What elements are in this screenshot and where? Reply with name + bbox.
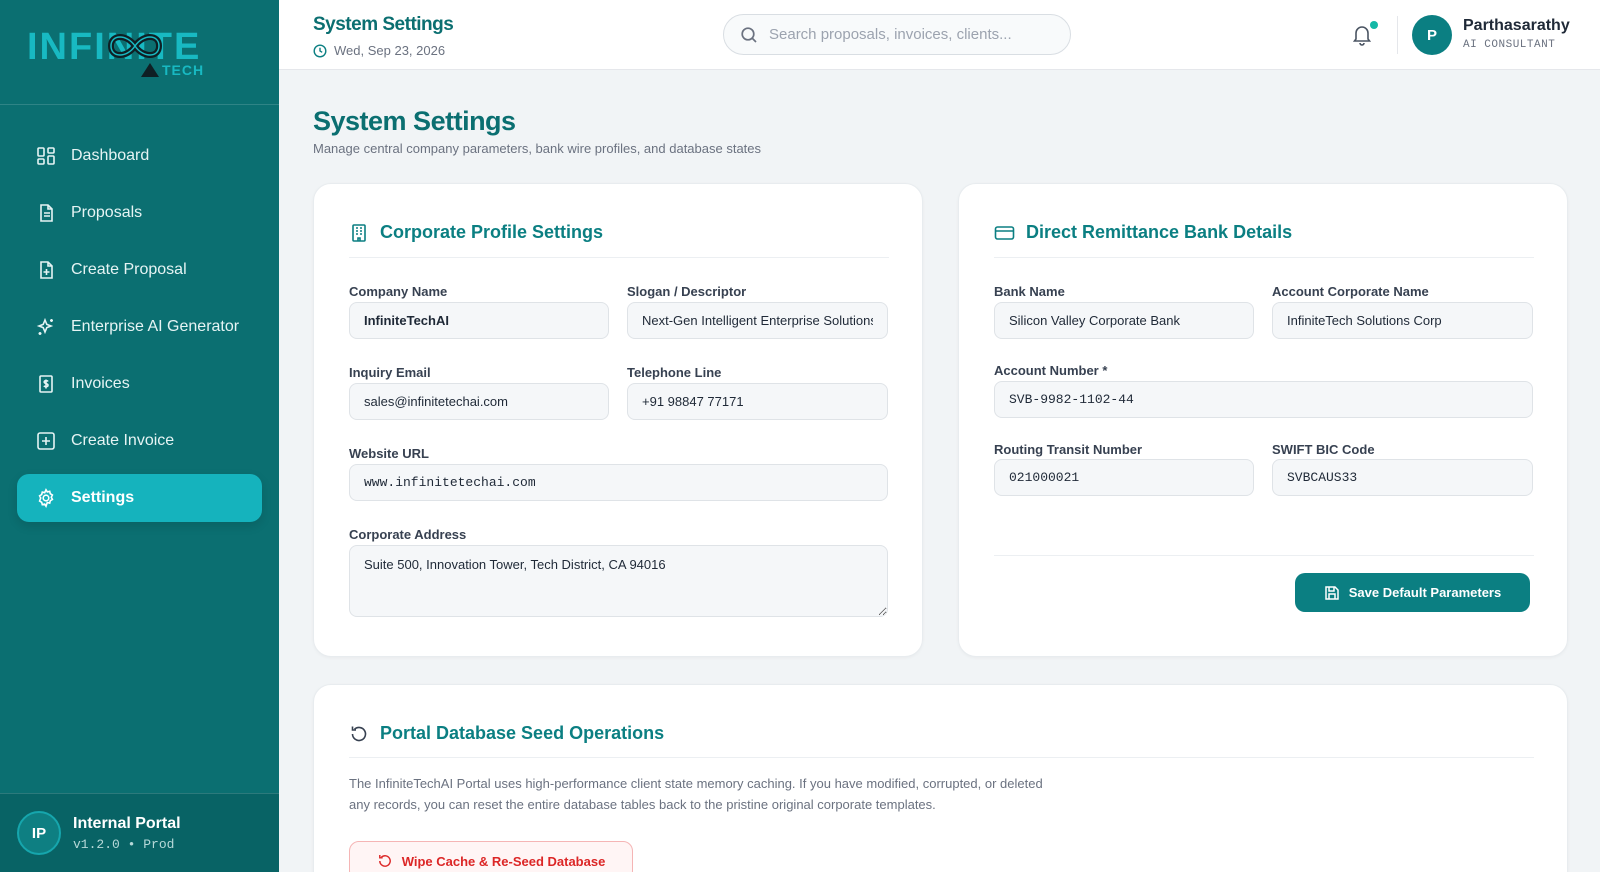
swift-code-label: SWIFT BIC Code: [1272, 442, 1375, 457]
invoice-dollar-icon: [36, 374, 56, 394]
website-label: Website URL: [349, 446, 429, 461]
header-date-text: Wed, Sep 23, 2026: [334, 43, 446, 58]
header-date: Wed, Sep 23, 2026: [313, 43, 445, 58]
save-default-parameters-button[interactable]: Save Default Parameters: [1295, 573, 1530, 612]
plus-square-icon: [36, 431, 56, 451]
company-name-label: Company Name: [349, 284, 448, 299]
swift-code-field[interactable]: [1272, 459, 1533, 496]
account-number-label: Account Number *: [994, 363, 1108, 378]
bank-name-label: Bank Name: [994, 284, 1065, 299]
card-heading-text: Portal Database Seed Operations: [380, 723, 665, 743]
company-name-field[interactable]: [349, 302, 609, 339]
save-icon: [1325, 585, 1339, 600]
building-icon: [352, 223, 366, 242]
bank-name-field[interactable]: [994, 302, 1254, 339]
header-title: System Settings: [313, 14, 454, 35]
card-heading-text: Direct Remittance Bank Details: [1026, 222, 1293, 242]
sidebar-item-enterprise-ai-generator[interactable]: Enterprise AI Generator: [17, 303, 262, 351]
sidebar-nav: Dashboard Proposals Create Proposal Ente…: [0, 105, 279, 522]
address-field[interactable]: Suite 500, Innovation Tower, Tech Distri…: [349, 545, 888, 617]
logo[interactable]: INFINITE TECH: [0, 0, 279, 105]
user-avatar[interactable]: P: [1412, 15, 1452, 55]
sidebar-item-label: Proposals: [71, 204, 143, 221]
telephone-label: Telephone Line: [627, 365, 722, 380]
infinity-icon: [107, 34, 163, 58]
portal-title: Internal Portal: [73, 814, 181, 832]
card-heading-text: Corporate Profile Settings: [380, 222, 604, 242]
wipe-button-label: Wipe Cache & Re-Seed Database: [401, 853, 606, 869]
sidebar-item-invoices[interactable]: Invoices: [17, 360, 262, 408]
divider: [349, 257, 889, 258]
sidebar-item-label: Enterprise AI Generator: [71, 318, 240, 335]
grid-icon: [36, 146, 56, 166]
card-heading: Direct Remittance Bank Details: [994, 222, 1292, 243]
sidebar-item-label: Create Invoice: [71, 432, 175, 449]
account-corporate-name-label: Account Corporate Name: [1272, 284, 1429, 299]
slogan-label: Slogan / Descriptor: [627, 284, 747, 299]
clock-icon: [313, 43, 327, 58]
inquiry-email-label: Inquiry Email: [349, 365, 431, 380]
divider: [349, 757, 1534, 758]
portal-version: v1.2.0 • Prod: [73, 836, 175, 852]
sidebar-footer: IP Internal Portal v1.2.0 • Prod: [0, 793, 279, 872]
search-input[interactable]: [769, 26, 1059, 43]
card-heading: Corporate Profile Settings: [349, 222, 603, 243]
divider: [994, 257, 1534, 258]
portal-avatar: IP: [17, 811, 61, 855]
routing-number-field[interactable]: [994, 459, 1254, 496]
refresh-icon: [378, 855, 391, 867]
card-heading: Portal Database Seed Operations: [349, 723, 664, 744]
bank-details-card: Direct Remittance Bank Details Bank Name…: [958, 183, 1568, 657]
divider: [994, 555, 1534, 556]
sparkles-icon: [36, 317, 56, 337]
credit-card-icon: [994, 225, 1015, 240]
telephone-field[interactable]: [627, 383, 888, 420]
account-corporate-name-field[interactable]: [1272, 302, 1533, 339]
email-field[interactable]: [349, 383, 609, 420]
sidebar: INFINITE TECH Dashboard Proposals Create…: [0, 0, 279, 872]
sidebar-item-label: Create Proposal: [71, 261, 187, 278]
logo-subtext: TECH: [162, 62, 205, 78]
refresh-icon: [351, 726, 367, 741]
account-number-field[interactable]: [994, 381, 1533, 418]
document-icon: [36, 203, 56, 223]
document-plus-icon: [36, 260, 56, 280]
sidebar-item-label: Invoices: [71, 375, 130, 392]
routing-number-label: Routing Transit Number: [994, 442, 1143, 457]
database-seed-card: Portal Database Seed Operations The Infi…: [313, 684, 1568, 872]
website-field[interactable]: [349, 464, 888, 501]
sidebar-item-settings[interactable]: Settings: [17, 474, 262, 522]
sidebar-item-create-invoice[interactable]: Create Invoice: [17, 417, 262, 465]
sidebar-item-label: Dashboard: [71, 147, 150, 164]
page-title: System Settings: [313, 106, 516, 136]
topbar: System Settings Wed, Sep 23, 2026 P Part…: [279, 0, 1600, 70]
sidebar-item-dashboard[interactable]: Dashboard: [17, 132, 262, 180]
logo-triangle-icon: [141, 63, 159, 77]
user-role: AI CONSULTANT: [1463, 39, 1556, 51]
address-label: Corporate Address: [349, 527, 467, 542]
sidebar-item-label: Settings: [71, 489, 135, 506]
sidebar-item-proposals[interactable]: Proposals: [17, 189, 262, 237]
seed-description: The InfiniteTechAI Portal uses high-perf…: [349, 776, 1043, 812]
slogan-field[interactable]: [627, 302, 888, 339]
page-subtitle: Manage central company parameters, bank …: [313, 141, 762, 156]
save-button-label: Save Default Parameters: [1348, 585, 1502, 600]
corporate-profile-card: Corporate Profile Settings Company Name …: [313, 183, 923, 657]
wipe-cache-reseed-button[interactable]: Wipe Cache & Re-Seed Database: [349, 841, 633, 872]
sidebar-item-create-proposal[interactable]: Create Proposal: [17, 246, 262, 294]
search-bar[interactable]: [723, 14, 1071, 55]
gear-icon: [36, 488, 56, 508]
user-name: Parthasarathy: [1463, 17, 1570, 34]
search-icon: [741, 26, 757, 43]
notification-dot: [1370, 21, 1378, 29]
divider: [1397, 16, 1398, 54]
